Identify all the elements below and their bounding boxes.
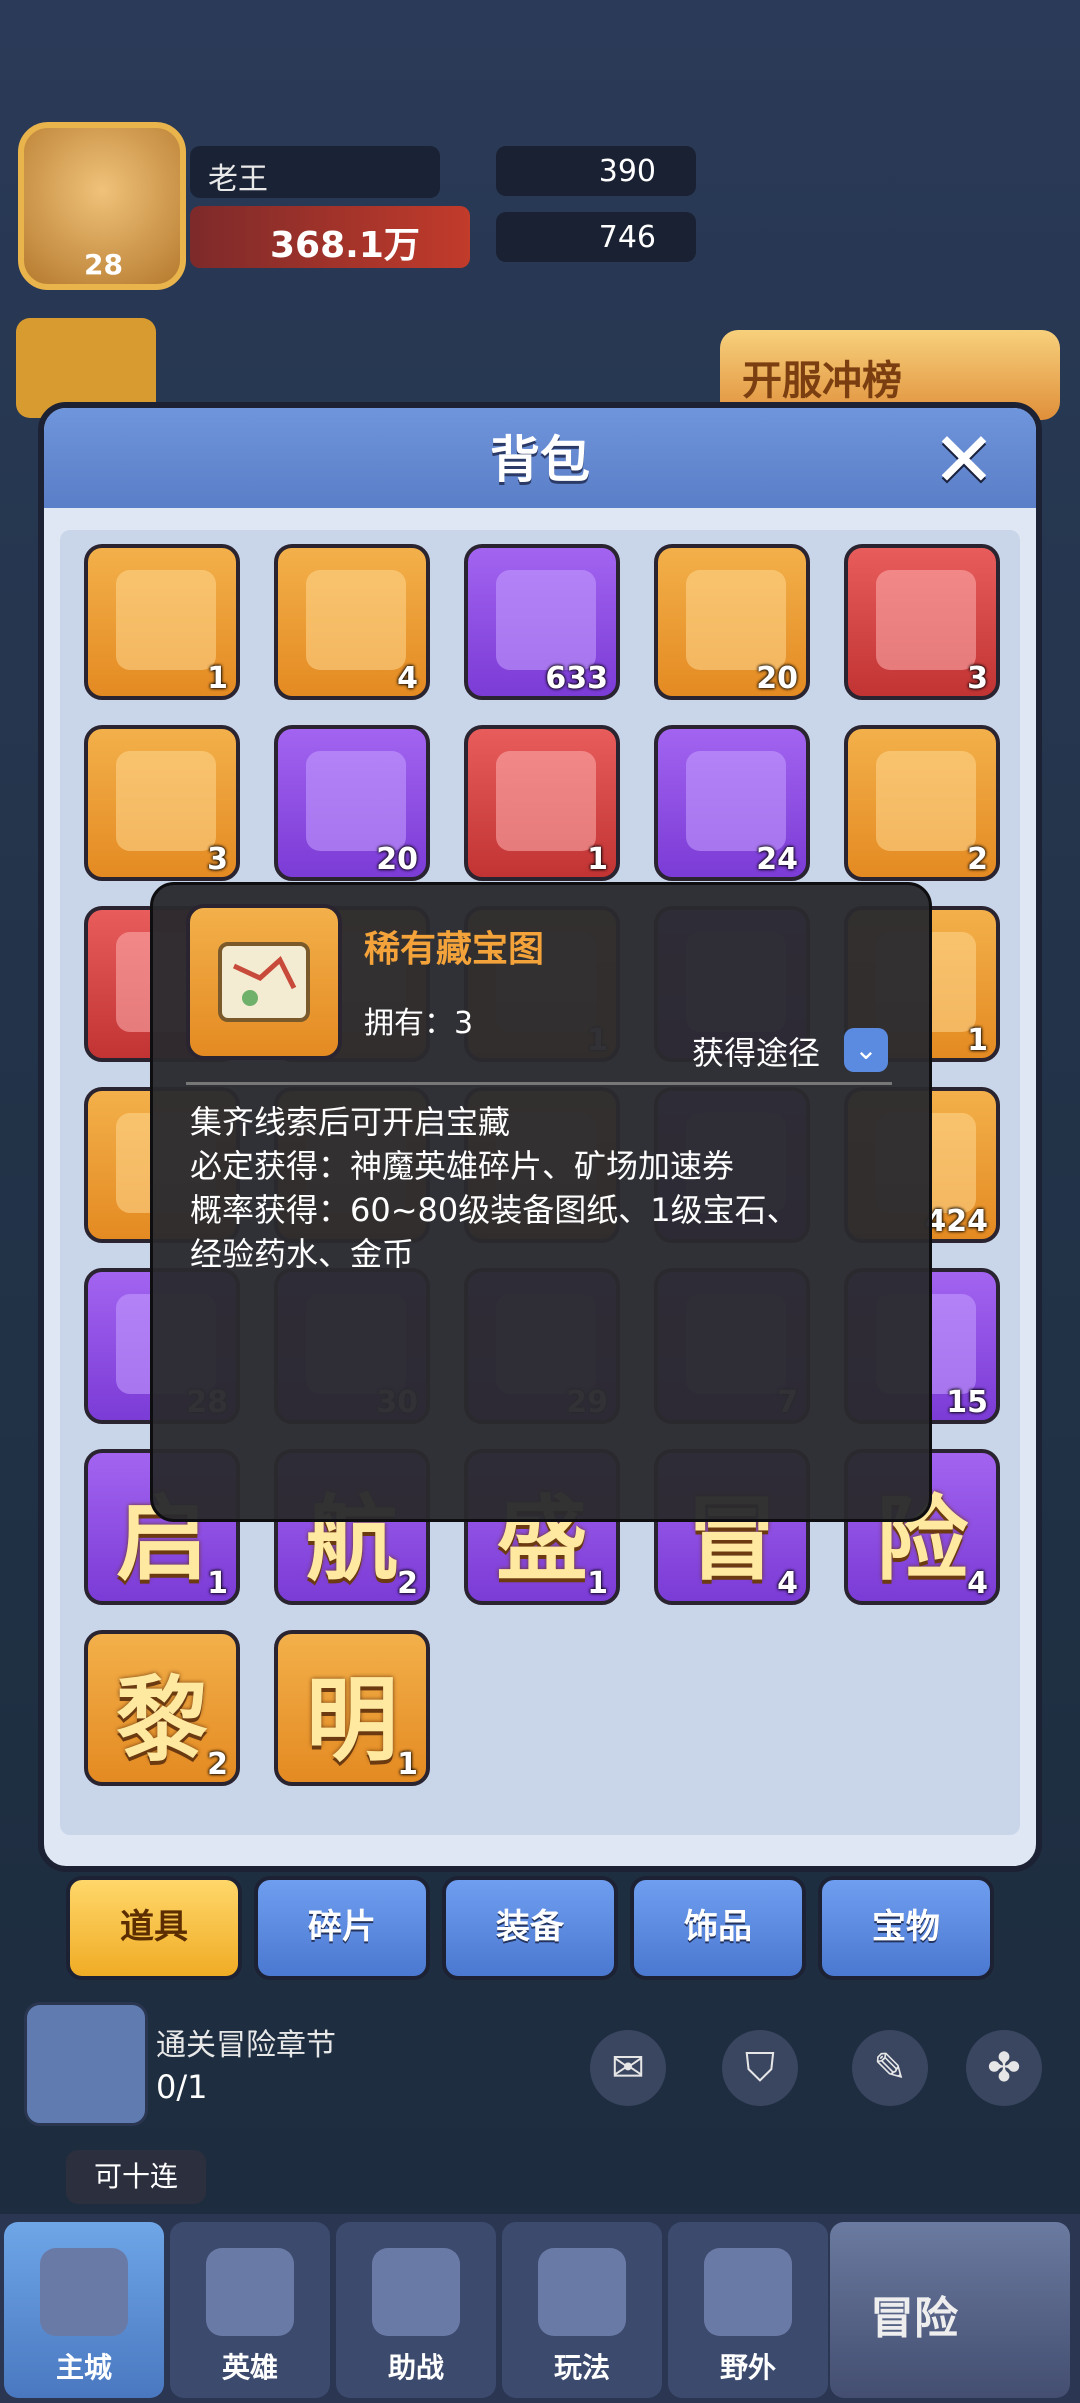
item-count: 1 bbox=[587, 1566, 608, 1601]
portal-icon bbox=[704, 2248, 792, 2336]
item-count: 2 bbox=[397, 1566, 418, 1601]
nav-wild[interactable]: 野外 bbox=[668, 2222, 828, 2398]
item-count: 15 bbox=[946, 1385, 988, 1420]
item-count: 3 bbox=[967, 661, 988, 696]
mail-icon[interactable]: ✉ bbox=[590, 2030, 666, 2106]
item-slot[interactable]: 3 bbox=[844, 544, 1000, 700]
item-count: 1 bbox=[207, 1566, 228, 1601]
source-link[interactable]: 获得途径 bbox=[692, 1028, 820, 1074]
task-icon[interactable]: ✎ bbox=[852, 2030, 928, 2106]
item-slot[interactable]: 4 bbox=[274, 544, 430, 700]
item-slot[interactable]: 1 bbox=[464, 725, 620, 881]
item-slot[interactable]: 20 bbox=[654, 544, 810, 700]
item-count: 1 bbox=[587, 842, 608, 877]
quest-title: 通关冒险章节 bbox=[156, 2028, 336, 2063]
map-icon bbox=[538, 2248, 626, 2336]
crystal-icon bbox=[306, 751, 406, 851]
diamond-counter[interactable]: 390 bbox=[496, 146, 696, 196]
tooltip-item-name: 稀有藏宝图 bbox=[364, 929, 545, 970]
map-scroll-icon bbox=[116, 751, 216, 851]
player-name: 老王 bbox=[208, 162, 268, 197]
promo-label: 开服冲榜 bbox=[742, 358, 902, 404]
player-name-bar: 老王 bbox=[190, 146, 440, 198]
castle-icon bbox=[40, 2248, 128, 2336]
item-slot[interactable]: 黎2 bbox=[84, 1630, 240, 1786]
item-count: 633 bbox=[545, 661, 608, 696]
ticket-icon bbox=[306, 570, 406, 670]
item-slot[interactable]: 20 bbox=[274, 725, 430, 881]
treasure-chest-icon bbox=[116, 570, 216, 670]
nav-label: 助战 bbox=[387, 2351, 444, 2384]
power-value: 368.1万 bbox=[270, 225, 420, 266]
tab-fragments[interactable]: 碎片 bbox=[254, 1876, 430, 1980]
map-scroll-icon-svg bbox=[218, 942, 310, 1022]
diamond-value: 390 bbox=[598, 154, 656, 189]
item-slot[interactable]: 3 bbox=[84, 725, 240, 881]
tab-treasures[interactable]: 宝物 bbox=[818, 1876, 994, 1980]
tooltip-owned: 拥有：3 bbox=[364, 1006, 474, 1041]
chevron-down-icon[interactable]: ⌄ bbox=[844, 1028, 888, 1072]
desc-line: 集齐线索后可开启宝藏 bbox=[190, 1103, 511, 1141]
item-slot[interactable]: 1 bbox=[84, 544, 240, 700]
gem-icon bbox=[496, 570, 596, 670]
nav-heroes[interactable]: 英雄 bbox=[170, 2222, 330, 2398]
rainbow-mushroom-icon bbox=[876, 751, 976, 851]
tab-equipment[interactable]: 装备 bbox=[442, 1876, 618, 1980]
item-slot[interactable]: 明1 bbox=[274, 1630, 430, 1786]
item-count: 20 bbox=[756, 661, 798, 696]
nav-label: 野外 bbox=[719, 2351, 776, 2384]
desc-line: 必定获得：神魔英雄碎片、矿场加速券 bbox=[190, 1147, 735, 1185]
item-count: 4 bbox=[397, 661, 418, 696]
nav-label: 主城 bbox=[55, 2351, 112, 2384]
player-level: 28 bbox=[84, 248, 123, 281]
nav-assist[interactable]: 助战 bbox=[336, 2222, 496, 2398]
nav-main-city[interactable]: 主城 bbox=[4, 2222, 164, 2398]
tab-items[interactable]: 道具 bbox=[66, 1876, 242, 1980]
item-count: 24 bbox=[756, 842, 798, 877]
map-scroll-icon bbox=[496, 751, 596, 851]
item-count: 4 bbox=[967, 1566, 988, 1601]
close-icon[interactable]: ✕ bbox=[924, 420, 1004, 500]
quest-icon[interactable] bbox=[24, 2002, 148, 2126]
tooltip-description: 集齐线索后可开启宝藏 必定获得：神魔英雄碎片、矿场加速券 概率获得：60~80级… bbox=[190, 1100, 890, 1276]
ticket-value: 746 bbox=[598, 220, 656, 255]
item-slot[interactable]: 24 bbox=[654, 725, 810, 881]
menu-icon[interactable]: ✤ bbox=[966, 2030, 1042, 2106]
item-count: 3 bbox=[207, 842, 228, 877]
mushroom-icon bbox=[686, 751, 786, 851]
item-count: 20 bbox=[376, 842, 418, 877]
ten-pull-bubble: 可十连 bbox=[66, 2150, 206, 2204]
item-count: 1 bbox=[397, 1747, 418, 1782]
bag-icon[interactable]: ⛉ bbox=[722, 2030, 798, 2106]
item-count: 424 bbox=[925, 1204, 988, 1239]
item-count: 2 bbox=[207, 1747, 228, 1782]
dialog-title: 背包 bbox=[490, 431, 590, 489]
helmet-icon bbox=[206, 2248, 294, 2336]
quest-progress: 0/1 bbox=[156, 2068, 208, 2106]
desc-line: 概率获得：60~80级装备图纸、1级宝石、 bbox=[190, 1191, 799, 1229]
item-slot[interactable]: 633 bbox=[464, 544, 620, 700]
item-count: 2 bbox=[967, 842, 988, 877]
item-count: 1 bbox=[207, 661, 228, 696]
power-bar: 368.1万 bbox=[190, 206, 470, 268]
tab-accessories[interactable]: 饰品 bbox=[630, 1876, 806, 1980]
item-count: 1 bbox=[967, 1023, 988, 1058]
tooltip-divider bbox=[186, 1082, 892, 1085]
nav-label: 玩法 bbox=[553, 2351, 610, 2384]
star-crystal-icon bbox=[876, 570, 976, 670]
item-slot[interactable]: 2 bbox=[844, 725, 1000, 881]
ticket-counter[interactable]: 746 bbox=[496, 212, 696, 262]
map-scroll-icon bbox=[186, 904, 342, 1060]
adventure-label: 冒险 bbox=[870, 2293, 958, 2344]
ticket-icon bbox=[686, 570, 786, 670]
adventure-button[interactable]: 冒险 bbox=[830, 2222, 1070, 2398]
nav-label: 英雄 bbox=[221, 2351, 278, 2384]
fist-icon bbox=[372, 2248, 460, 2336]
nav-gameplay[interactable]: 玩法 bbox=[502, 2222, 662, 2398]
player-avatar[interactable]: 28 bbox=[18, 122, 186, 290]
item-count: 4 bbox=[777, 1566, 798, 1601]
desc-line: 经验药水、金币 bbox=[190, 1235, 415, 1273]
